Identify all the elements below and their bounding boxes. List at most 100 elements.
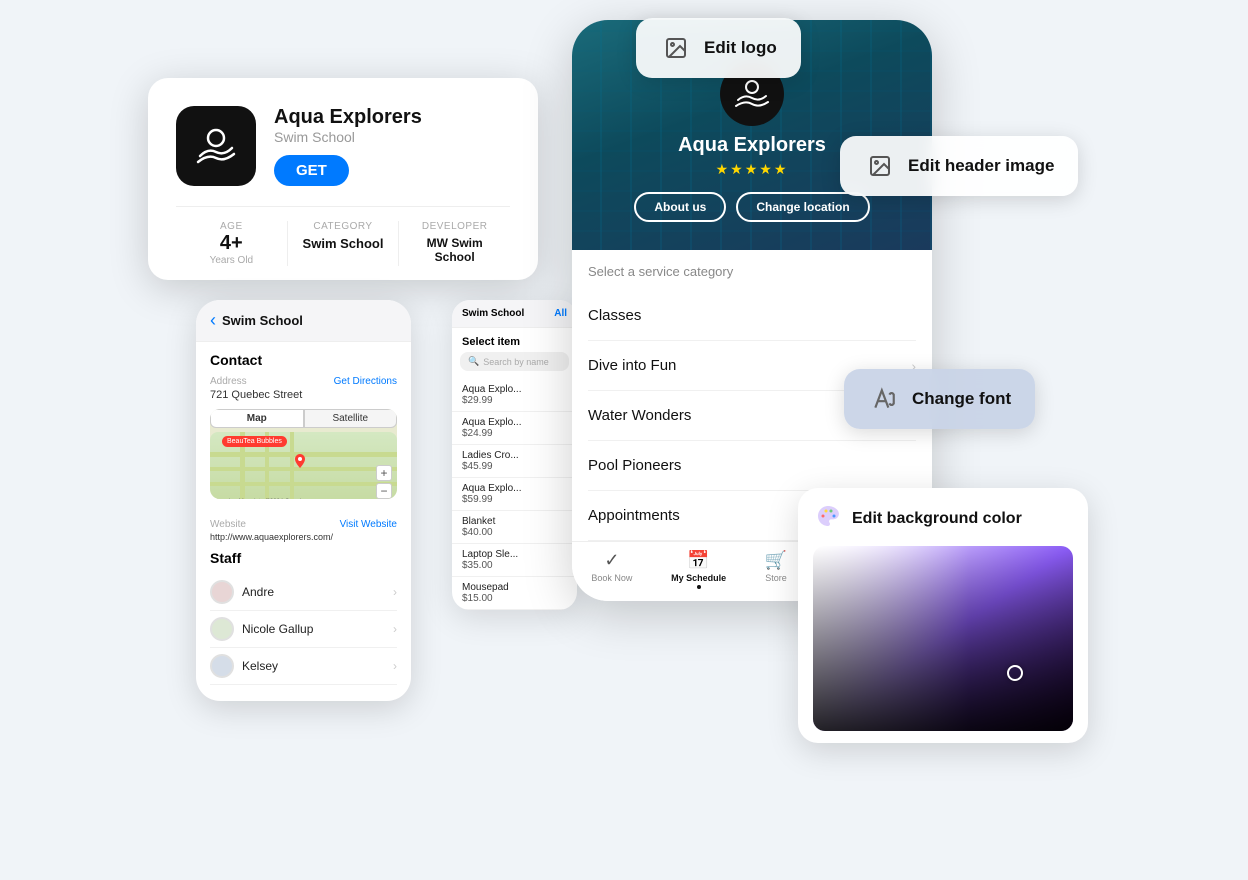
stat-age-sub: Years Old	[184, 255, 279, 266]
change-font-label: Change font	[912, 389, 1011, 409]
phone-right-title: Swim School	[462, 308, 524, 319]
service-item-classes[interactable]: Classes	[588, 291, 916, 341]
item-name-3: Aqua Explo...	[462, 483, 567, 494]
all-link[interactable]: All	[554, 308, 567, 319]
item-price-0: $29.99	[462, 395, 567, 406]
search-placeholder: Search by name	[483, 357, 549, 367]
image-icon	[660, 32, 692, 64]
zoom-in-button[interactable]: +	[376, 465, 392, 481]
visit-website-link[interactable]: Visit Website	[340, 519, 397, 530]
item-row-1[interactable]: Aqua Explo... $24.99	[452, 412, 577, 445]
website-url: http://www.aquaexplorers.com/	[210, 532, 397, 542]
nav-my-schedule[interactable]: 📅 My Schedule	[671, 550, 726, 589]
item-row-2[interactable]: Ladies Cro... $45.99	[452, 445, 577, 478]
stat-developer-label: DEVELOPER	[407, 221, 502, 232]
service-name-pool: Pool Pioneers	[588, 457, 916, 474]
hero-buttons: About us Change location	[572, 192, 932, 222]
get-directions-link[interactable]: Get Directions	[334, 376, 397, 387]
color-picker-header: Edit background color	[798, 488, 1088, 546]
app-subtitle: Swim School	[274, 129, 422, 145]
nav-book-label: Book Now	[591, 573, 632, 583]
edit-logo-button[interactable]: Edit logo	[636, 18, 801, 78]
appstore-header: Aqua Explorers Swim School GET	[176, 106, 510, 186]
website-row: Website Visit Website	[210, 519, 397, 530]
map-tabs: Map Satellite	[210, 409, 397, 428]
nav-active-dot	[697, 585, 701, 589]
color-picker-cursor	[1007, 665, 1023, 681]
color-gradient-dark	[813, 546, 1073, 731]
nav-store-label: Store	[765, 573, 787, 583]
phone-left-header: ‹ Swim School	[196, 300, 411, 342]
nav-store[interactable]: 🛒 Store	[765, 550, 787, 589]
get-button[interactable]: GET	[274, 155, 349, 186]
map-box: Map Satellite BeauTea Bubbles +	[210, 409, 397, 499]
stat-category-label: CATEGORY	[296, 221, 391, 232]
color-gradient[interactable]	[813, 546, 1073, 731]
staff-name-0: Andre	[242, 585, 393, 599]
phone-left-title: Swim School	[222, 313, 303, 328]
staff-chevron-0: ›	[393, 585, 397, 599]
staff-chevron-2: ›	[393, 659, 397, 673]
item-row-5[interactable]: Laptop Sle... $35.00	[452, 544, 577, 577]
address-row: Address Get Directions	[210, 376, 397, 387]
website-label: Website	[210, 519, 246, 530]
item-row-3[interactable]: Aqua Explo... $59.99	[452, 478, 577, 511]
select-item-label: Select item	[452, 328, 577, 352]
service-item-pool[interactable]: Pool Pioneers	[588, 441, 916, 491]
item-row-4[interactable]: Blanket $40.00	[452, 511, 577, 544]
color-picker-icon	[816, 504, 840, 534]
item-row-0[interactable]: Aqua Explo... $29.99	[452, 379, 577, 412]
edit-header-button[interactable]: Edit header image	[840, 136, 1078, 196]
staff-avatar-2	[210, 654, 234, 678]
service-section-title: Select a service category	[588, 264, 916, 279]
nav-schedule-label: My Schedule	[671, 573, 726, 583]
item-name-5: Laptop Sle...	[462, 549, 567, 560]
staff-avatar-0	[210, 580, 234, 604]
search-icon: 🔍	[468, 356, 479, 367]
staff-name-2: Kelsey	[242, 659, 393, 673]
stat-category-value: Swim School	[296, 232, 391, 251]
nav-book-now[interactable]: ✓ Book Now	[591, 550, 632, 589]
stat-age-label: AGE	[184, 221, 279, 232]
item-price-3: $59.99	[462, 494, 567, 505]
image-header-icon	[864, 150, 896, 182]
app-icon	[176, 106, 256, 186]
item-name-1: Aqua Explo...	[462, 417, 567, 428]
map-zoom: + −	[376, 465, 392, 499]
map-visual: BeauTea Bubbles + − Google • Map data ©2…	[210, 432, 397, 499]
item-price-2: $45.99	[462, 461, 567, 472]
contact-section: Contact Address Get Directions 721 Quebe…	[196, 342, 411, 519]
phone-right: Swim School All Select item 🔍 Search by …	[452, 300, 577, 610]
map-tab-satellite[interactable]: Satellite	[304, 409, 398, 428]
appstore-card: Aqua Explorers Swim School GET AGE 4+ Ye…	[148, 78, 538, 280]
service-name-classes: Classes	[588, 307, 916, 324]
address-label: Address	[210, 376, 247, 387]
stat-age: AGE 4+ Years Old	[176, 221, 288, 266]
change-font-button[interactable]: Change font	[844, 369, 1035, 429]
app-meta: Aqua Explorers Swim School GET	[274, 106, 422, 186]
stat-age-value: 4+	[184, 232, 279, 255]
staff-row-2[interactable]: Kelsey ›	[210, 648, 397, 685]
staff-label: Staff	[210, 550, 397, 566]
appstore-stats: AGE 4+ Years Old CATEGORY Swim School DE…	[176, 206, 510, 280]
staff-row-1[interactable]: Nicole Gallup ›	[210, 611, 397, 648]
item-name-6: Mousepad	[462, 582, 567, 593]
color-picker-title: Edit background color	[852, 510, 1022, 528]
app-name: Aqua Explorers	[274, 106, 422, 129]
edit-logo-label: Edit logo	[704, 38, 777, 58]
map-tab-map[interactable]: Map	[210, 409, 304, 428]
about-us-button[interactable]: About us	[634, 192, 726, 222]
item-price-6: $15.00	[462, 593, 567, 604]
font-icon	[868, 383, 900, 415]
zoom-out-button[interactable]: −	[376, 483, 392, 499]
item-name-0: Aqua Explo...	[462, 384, 567, 395]
staff-section: Staff Andre › Nicole Gallup › Kelsey ›	[196, 550, 411, 685]
item-price-4: $40.00	[462, 527, 567, 538]
item-price-5: $35.00	[462, 560, 567, 571]
change-location-button[interactable]: Change location	[736, 192, 869, 222]
search-bar-mini[interactable]: 🔍 Search by name	[460, 352, 569, 371]
staff-row-0[interactable]: Andre ›	[210, 574, 397, 611]
nav-store-icon: 🛒	[765, 550, 787, 571]
back-icon[interactable]: ‹	[210, 310, 216, 331]
item-row-6[interactable]: Mousepad $15.00	[452, 577, 577, 610]
